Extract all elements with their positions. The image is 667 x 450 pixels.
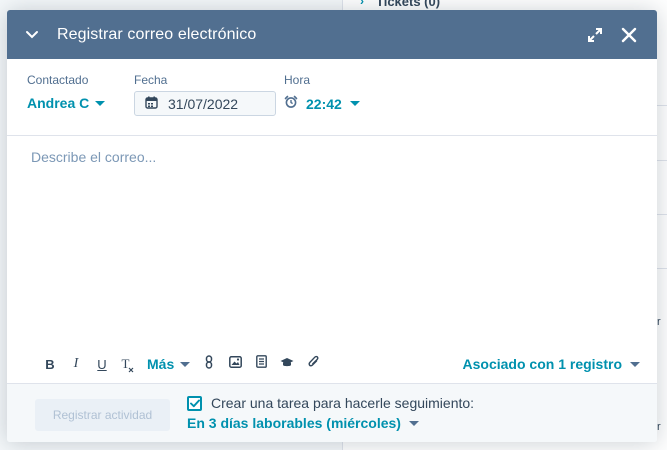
email-description-input[interactable] (7, 136, 657, 346)
date-label: Fecha (134, 73, 168, 87)
followup-task-section: Crear una tarea para hacerle seguimiento… (187, 395, 474, 431)
time-label: Hora (284, 73, 311, 87)
background-divider (657, 160, 667, 161)
background-divider (657, 105, 667, 106)
email-body-area (7, 136, 657, 346)
date-input[interactable]: 31/07/2022 (134, 91, 276, 116)
italic-button[interactable]: I (63, 354, 89, 374)
more-formatting-dropdown[interactable]: Más (147, 356, 191, 372)
clear-format-icon: T (122, 356, 135, 373)
rich-text-toolbar: B I U T Más Asociado con 1 registro (7, 352, 657, 376)
dialog-footer: Registrar actividad Crear una tarea para… (7, 383, 657, 442)
time-dropdown[interactable]: 22:42 (284, 95, 360, 112)
date-field: Fecha 31/07/2022 (134, 73, 276, 116)
associations-dropdown[interactable]: Asociado con 1 registro (463, 352, 640, 376)
more-formatting-label: Más (147, 356, 175, 372)
followup-when-value: En 3 días laborables (miércoles) (187, 415, 401, 431)
contacted-dropdown[interactable]: Andrea C (27, 95, 106, 111)
time-field: Hora 22:42 (284, 73, 360, 112)
background-text-fragment: r (657, 316, 661, 328)
background-divider (657, 214, 667, 215)
chevron-down-icon[interactable] (25, 28, 39, 42)
close-icon[interactable] (621, 27, 637, 43)
log-activity-button[interactable]: Registrar actividad (35, 399, 170, 431)
background-text-fragment: r (657, 421, 661, 433)
activity-meta-row: Contactado Andrea C Fecha 31/07/2022 Hor… (7, 59, 657, 136)
chevron-right-icon: › (360, 0, 364, 8)
link-icon (204, 354, 214, 374)
contacted-field: Contactado Andrea C (27, 73, 106, 111)
followup-task-label: Crear una tarea para hacerle seguimiento… (211, 395, 475, 411)
followup-checkbox-row: Crear una tarea para hacerle seguimiento… (187, 395, 474, 411)
background-divider (657, 268, 667, 269)
insert-knowledge-button[interactable] (274, 354, 300, 374)
time-value: 22:42 (306, 95, 342, 112)
insert-document-button[interactable] (248, 354, 274, 374)
caret-down-icon (95, 100, 106, 106)
link-button[interactable] (196, 354, 222, 374)
image-icon (228, 355, 242, 373)
paperclip-icon (308, 355, 319, 374)
tickets-section-header[interactable]: › Tickets (0) (360, 0, 440, 9)
followup-task-checkbox[interactable] (187, 395, 202, 411)
contacted-value: Andrea C (27, 95, 90, 111)
underline-button[interactable]: U (89, 354, 115, 374)
caret-down-icon (408, 420, 419, 426)
attach-file-button[interactable] (300, 354, 326, 374)
expand-icon[interactable] (587, 27, 603, 43)
log-email-dialog: Registrar correo electrónico Contactado … (7, 10, 657, 442)
date-value: 31/07/2022 (168, 95, 239, 112)
contacted-label: Contactado (27, 73, 89, 87)
caret-down-icon (630, 361, 640, 367)
clear-format-button[interactable]: T (115, 354, 141, 374)
document-icon (255, 355, 267, 373)
clock-icon (284, 95, 298, 112)
calendar-icon (145, 96, 158, 112)
dialog-title: Registrar correo electrónico (57, 25, 257, 43)
caret-down-icon (349, 101, 360, 106)
insert-image-button[interactable] (222, 354, 248, 374)
dialog-header: Registrar correo electrónico (7, 10, 657, 59)
associations-label: Asociado con 1 registro (462, 356, 622, 372)
caret-down-icon (180, 361, 191, 367)
graduation-cap-icon (280, 355, 294, 373)
followup-when-dropdown[interactable]: En 3 días laborables (miércoles) (187, 415, 474, 431)
bold-button[interactable]: B (37, 354, 63, 374)
tickets-section-label: Tickets (0) (376, 0, 441, 9)
